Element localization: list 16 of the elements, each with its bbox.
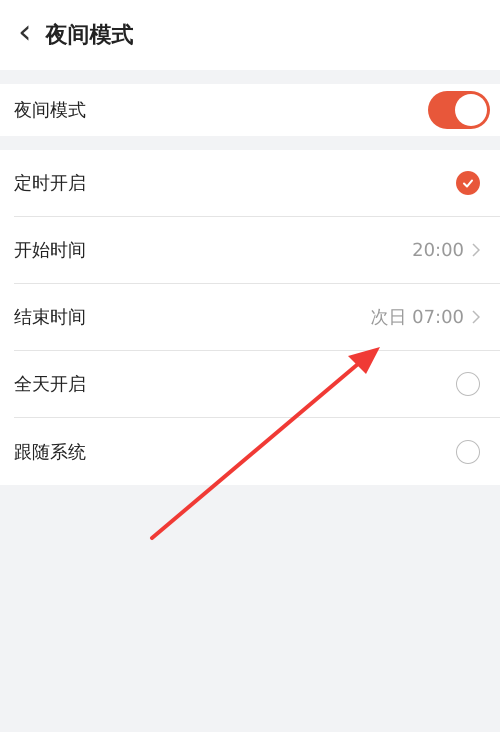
setting-label: 夜间模式 (14, 99, 86, 122)
time-value[interactable]: 20:00 (412, 240, 480, 260)
radio-button[interactable] (456, 372, 480, 396)
back-button[interactable]: ‹ (18, 15, 32, 49)
toggle-switch[interactable] (428, 91, 490, 129)
page-title: 夜间模式 (46, 22, 134, 50)
setting-label: 结束时间 (14, 306, 86, 329)
chevron-icon (472, 310, 480, 324)
setting-label: 跟随系统 (14, 440, 86, 464)
time-value[interactable]: 次日 07:00 (370, 305, 480, 329)
radio-button[interactable] (456, 440, 480, 464)
setting-label: 全天开启 (14, 373, 86, 396)
radio-button[interactable] (456, 171, 480, 195)
chevron-icon (472, 243, 480, 257)
setting-label: 开始时间 (14, 239, 86, 262)
setting-label: 定时开启 (14, 172, 86, 195)
